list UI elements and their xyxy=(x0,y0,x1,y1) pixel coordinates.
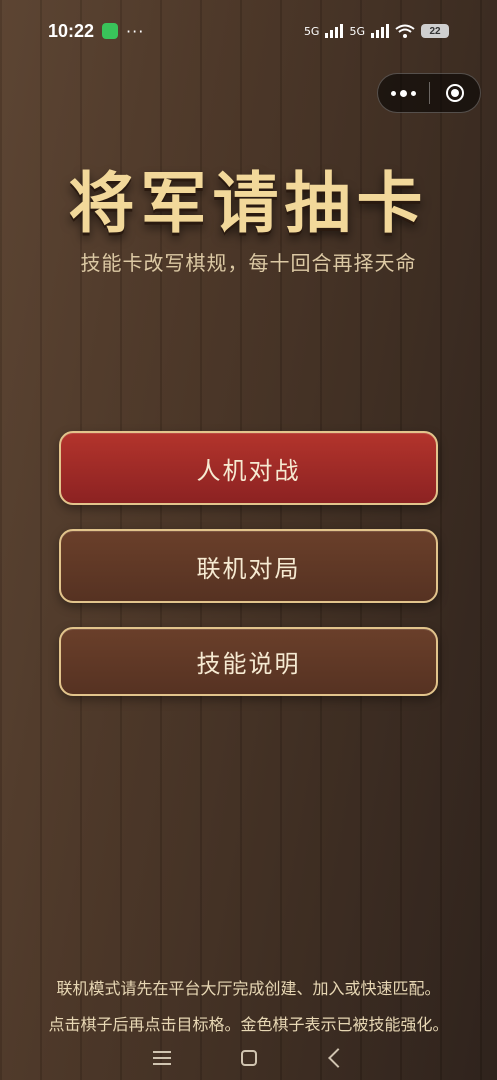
more-button[interactable] xyxy=(378,74,429,112)
status-time: 10:22 xyxy=(48,20,95,41)
online-match-button[interactable]: 联机对局 xyxy=(59,529,438,603)
more-dots-icon xyxy=(390,89,416,97)
network-label-1: 5G xyxy=(303,24,320,38)
battery-icon: 22 xyxy=(421,24,449,38)
signal-icon xyxy=(371,24,389,38)
close-button[interactable] xyxy=(429,74,480,112)
ai-battle-button[interactable]: 人机对战 xyxy=(59,431,438,505)
back-icon[interactable] xyxy=(327,1048,348,1068)
message-icon xyxy=(102,23,119,39)
footer-note-online: 联机模式请先在平台大厅完成创建、加入或快速匹配。 xyxy=(56,979,441,998)
menu-icon[interactable] xyxy=(152,1051,171,1065)
page-title: 将军请抽卡 xyxy=(68,164,429,242)
status-left: 10:22 ··· xyxy=(48,21,144,42)
system-nav-bar xyxy=(0,1036,497,1080)
signal-icon xyxy=(325,24,344,38)
network-label-2: 5G xyxy=(349,24,365,38)
status-bar: 10:22 ··· 5G 5G 22 xyxy=(0,0,497,62)
wifi-icon xyxy=(395,24,415,38)
status-right: 5G 5G 22 xyxy=(304,24,449,38)
notification-dots: ··· xyxy=(126,21,145,41)
page-subtitle: 技能卡改写棋规，每十回合再择天命 xyxy=(80,251,417,275)
footer-note-controls: 点击棋子后再点击目标格。金色棋子表示已被技能强化。 xyxy=(48,1015,449,1034)
mini-program-capsule xyxy=(377,73,481,113)
home-icon[interactable] xyxy=(240,1050,257,1066)
skill-help-button[interactable]: 技能说明 xyxy=(59,627,438,696)
target-icon xyxy=(445,84,464,102)
